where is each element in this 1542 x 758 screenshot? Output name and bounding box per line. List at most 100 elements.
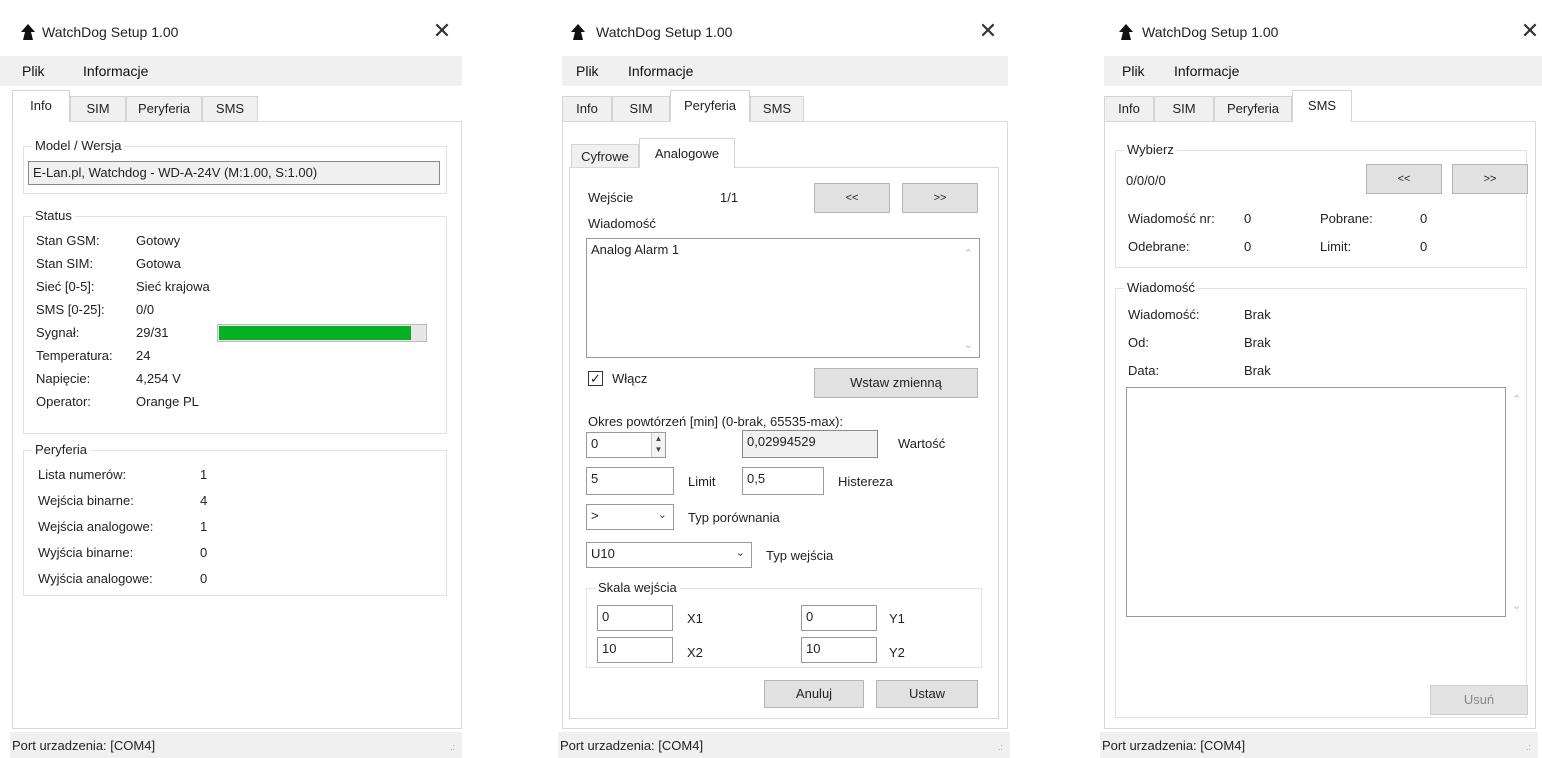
close-icon[interactable]: ✕ — [976, 20, 1000, 42]
input-label: Wejście — [588, 190, 634, 205]
enable-checkbox[interactable]: ✓ — [588, 371, 603, 386]
window-sms: WatchDog Setup 1.00 ✕ Plik Informacje In… — [1096, 0, 1542, 758]
peripheral-label: Lista numerów: — [38, 467, 127, 482]
tab-sms[interactable]: SMS — [750, 96, 804, 122]
tab-strip: Info SIM Peryferia SMS — [1104, 90, 1536, 122]
port-status: Port urzadzenia: [COM4] — [560, 738, 704, 753]
menu-info[interactable]: Informacje — [1174, 63, 1239, 79]
tab-sim[interactable]: SIM — [1154, 96, 1214, 122]
status-group-title: Status — [32, 208, 75, 223]
y1-field[interactable]: 0 — [801, 605, 877, 631]
menu-file[interactable]: Plik — [576, 63, 599, 79]
select-group-title: Wybierz — [1124, 142, 1177, 157]
resize-grip-icon[interactable]: .: — [1526, 742, 1531, 752]
status-value: Orange PL — [136, 394, 199, 409]
menu-file[interactable]: Plik — [22, 63, 45, 79]
scroll-down-icon[interactable]: ⌄ — [964, 338, 973, 351]
limit-value: 0 — [1420, 239, 1428, 254]
limit-label: Limit: — [1320, 239, 1352, 254]
analog-subpage: Wejście 1/1 << >> Wiadomość Analog Alarm… — [569, 167, 999, 719]
prev-message-button[interactable]: << — [1366, 164, 1442, 194]
status-value: Gotowa — [136, 256, 181, 271]
comparison-type-value: > — [591, 508, 599, 523]
x1-field[interactable]: 0 — [597, 605, 673, 631]
message-label: Wiadomość: — [1128, 307, 1200, 322]
title-bar: WatchDog Setup 1.00 ✕ — [550, 14, 1020, 50]
menu-bar: Plik Informacje — [0, 56, 462, 86]
x2-label: X2 — [687, 645, 703, 660]
tab-info[interactable]: Info — [562, 96, 612, 122]
input-type-select[interactable]: U10 ⌄ — [586, 542, 752, 568]
subtab-analog[interactable]: Analogowe — [639, 138, 735, 168]
menu-bar: Plik Informacje — [562, 56, 1008, 86]
menu-file[interactable]: Plik — [1122, 63, 1145, 79]
status-bar: Port urzadzenia: [COM4] .: — [1100, 732, 1538, 758]
y2-field[interactable]: 10 — [801, 637, 877, 663]
comparison-type-label: Typ porównania — [688, 510, 780, 525]
info-page: Model / Wersja E-Lan.pl, Watchdog - WD-A… — [12, 121, 462, 729]
window-title: WatchDog Setup 1.00 — [1142, 24, 1279, 40]
close-icon[interactable]: ✕ — [430, 20, 454, 42]
app-icon — [571, 24, 585, 40]
peripheral-value: 0 — [200, 571, 208, 586]
next-message-button[interactable]: >> — [1452, 164, 1528, 194]
status-value: Sieć krajowa — [136, 279, 210, 294]
repeat-period-stepper[interactable]: 0 ▲ ▼ — [586, 432, 666, 458]
tab-sms[interactable]: SMS — [202, 96, 258, 122]
model-field: E-Lan.pl, Watchdog - WD-A-24V (M:1.00, S… — [28, 161, 440, 185]
spin-arrows-icon[interactable]: ▲ ▼ — [651, 433, 665, 457]
insert-variable-button[interactable]: Wstaw zmienną — [814, 368, 978, 398]
message-textarea[interactable]: Analog Alarm 1 ⌃ ⌄ — [586, 238, 980, 358]
x2-field[interactable]: 10 — [597, 637, 673, 663]
subtab-digital[interactable]: Cyfrowe — [571, 144, 639, 168]
peripheral-label: Wyjścia binarne: — [38, 545, 134, 560]
tab-sms[interactable]: SMS — [1292, 90, 1352, 122]
tab-sim[interactable]: SIM — [70, 96, 126, 122]
status-value: Gotowy — [136, 233, 181, 248]
tab-info[interactable]: Info — [1104, 96, 1154, 122]
peripherals-group-title: Peryferia — [32, 442, 91, 457]
delete-button[interactable]: Usuń — [1430, 685, 1528, 715]
resize-grip-icon[interactable]: .: — [450, 742, 455, 752]
comparison-type-select[interactable]: > ⌄ — [586, 504, 674, 530]
resize-grip-icon[interactable]: .: — [998, 742, 1003, 752]
tab-peripherals[interactable]: Peryferia — [670, 90, 750, 122]
tab-sim[interactable]: SIM — [612, 96, 670, 122]
message-body-textarea[interactable] — [1126, 387, 1506, 617]
message-value: Brak — [1244, 307, 1271, 322]
menu-info[interactable]: Informacje — [628, 63, 693, 79]
port-status: Port urzadzenia: [COM4] — [12, 738, 156, 753]
cancel-button[interactable]: Anuluj — [764, 680, 864, 708]
chevron-down-icon: ⌄ — [735, 547, 745, 559]
model-group: Model / Wersja E-Lan.pl, Watchdog - WD-A… — [23, 138, 447, 194]
scroll-up-icon[interactable]: ⌃ — [964, 247, 973, 260]
received-value: 0 — [1244, 239, 1252, 254]
window-info: WatchDog Setup 1.00 ✕ Plik Informacje In… — [0, 0, 470, 758]
input-scale-group: Skala wejścia 0 X1 0 Y1 10 X2 10 Y2 — [586, 580, 982, 668]
downloaded-value: 0 — [1420, 211, 1428, 226]
tab-peripherals[interactable]: Peryferia — [126, 96, 202, 122]
status-label: Temperatura: — [36, 348, 113, 363]
repeat-period-value: 0 — [591, 436, 599, 451]
next-input-button[interactable]: >> — [902, 183, 978, 213]
prev-input-button[interactable]: << — [814, 183, 890, 213]
peripheral-label: Wejścia binarne: — [38, 493, 134, 508]
input-type-value: U10 — [591, 546, 615, 561]
tab-peripherals[interactable]: Peryferia — [1214, 96, 1292, 122]
tab-info[interactable]: Info — [12, 90, 70, 122]
hysteresis-field[interactable]: 0,5 — [742, 467, 824, 495]
set-button[interactable]: Ustaw — [876, 680, 978, 708]
scroll-down-icon[interactable]: ⌄ — [1512, 599, 1521, 612]
y1-label: Y1 — [889, 611, 905, 626]
checkmark-icon: ✓ — [590, 371, 601, 386]
peripheral-label: Wyjścia analogowe: — [38, 571, 153, 586]
close-icon[interactable]: ✕ — [1518, 20, 1542, 42]
status-label: Stan GSM: — [36, 233, 100, 248]
status-label: Operator: — [36, 394, 91, 409]
menu-info[interactable]: Informacje — [83, 63, 148, 79]
limit-field[interactable]: 5 — [586, 467, 674, 495]
peripherals-page: Cyfrowe Analogowe Wejście 1/1 << >> Wiad… — [562, 121, 1008, 729]
from-value: Brak — [1244, 335, 1271, 350]
scroll-up-icon[interactable]: ⌃ — [1512, 393, 1521, 406]
status-value: 0/0 — [136, 302, 155, 317]
